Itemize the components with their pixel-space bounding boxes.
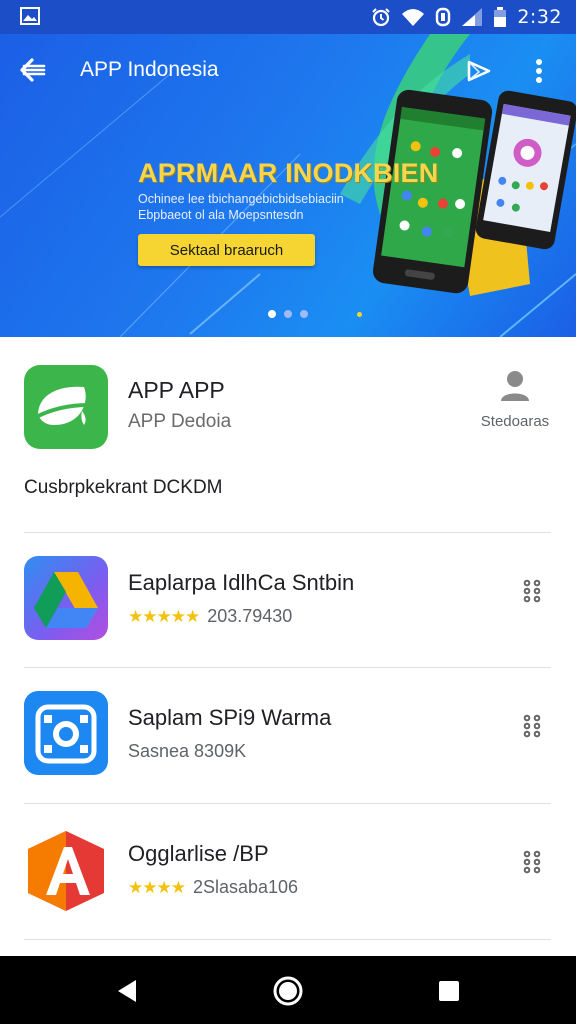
app-meta-text: Sasnea 8309K xyxy=(128,741,247,761)
page-dot-2[interactable] xyxy=(284,310,292,318)
alarm-icon xyxy=(372,8,391,27)
banner-subtitle-line-1: Ochinee lee tbichangebicbidsebiaciin xyxy=(138,192,344,206)
page-title: APP Indonesia xyxy=(80,58,219,81)
page-dot-1[interactable] xyxy=(268,310,276,318)
leaf-app-icon xyxy=(24,365,108,449)
featured-app-card[interactable]: APP APP APP Dedoia Stedoaras Cusbrpkekra… xyxy=(0,337,576,532)
person-icon xyxy=(501,371,529,401)
app-meta-text: 2Slasaba106 xyxy=(192,877,299,897)
app-meta-text: 203.79430 xyxy=(207,606,293,626)
page-dot-3[interactable] xyxy=(300,310,308,318)
list-item[interactable]: Saplam SPi9 Warma Sasnea 8309K xyxy=(0,669,576,804)
page-indicator xyxy=(268,310,308,318)
battery-icon xyxy=(494,7,507,27)
system-nav-bar xyxy=(0,956,576,1024)
list-item[interactable]: Eaplarpa IdlhCa Sntbin ★★★★★ 203.79430 xyxy=(0,534,576,669)
account-button[interactable]: Stedoaras xyxy=(474,369,556,437)
star-rating: ★★★★★ xyxy=(128,606,200,626)
back-arrow-icon[interactable] xyxy=(16,54,50,86)
camera-lens-icon xyxy=(24,691,108,775)
data-saver-icon xyxy=(436,7,451,27)
divider xyxy=(24,939,551,940)
promo-banner[interactable]: APP Indonesia APRMAAR INODKBIEN Ochinee … xyxy=(0,34,576,337)
more-vert-icon[interactable] xyxy=(528,56,550,86)
app-title: Ogglarlise /BP xyxy=(128,841,269,866)
divider xyxy=(24,667,551,668)
app-meta: ★★★★ 2Slasaba106 xyxy=(128,877,298,898)
clock: 2:32 xyxy=(517,6,562,28)
play-store-icon[interactable] xyxy=(463,56,493,86)
divider xyxy=(24,532,551,533)
app-meta: ★★★★★ 203.79430 xyxy=(128,606,292,627)
image-icon xyxy=(20,7,40,25)
signal-icon xyxy=(462,8,483,26)
nav-recents-icon[interactable] xyxy=(432,974,466,1008)
dots-menu-icon[interactable] xyxy=(520,849,544,875)
app-meta: Sasnea 8309K xyxy=(128,741,246,762)
wifi-icon xyxy=(402,9,425,26)
list-item[interactable]: Ogglarlise /BP ★★★★ 2Slasaba106 xyxy=(0,805,576,940)
nav-home-icon[interactable] xyxy=(271,974,305,1008)
letter-a-icon xyxy=(24,827,108,911)
featured-app-description: Cusbrpkekrant DCKDM xyxy=(24,477,223,498)
dots-menu-icon[interactable] xyxy=(520,578,544,604)
nav-back-icon[interactable] xyxy=(110,974,144,1008)
featured-app-developer: APP Dedoia xyxy=(128,411,232,432)
banner-headline: APRMAAR INODKBIEN xyxy=(138,158,439,188)
divider xyxy=(24,803,551,804)
app-title: Eaplarpa IdlhCa Sntbin xyxy=(128,570,355,595)
star-rating: ★★★★ xyxy=(128,877,186,897)
decorative-dot xyxy=(357,312,362,317)
dots-menu-icon[interactable] xyxy=(520,713,544,739)
app-title: Saplam SPi9 Warma xyxy=(128,705,332,730)
featured-app-name: APP APP xyxy=(128,377,225,403)
status-bar: 2:32 xyxy=(0,0,576,34)
banner-cta-button[interactable]: Sektaal braaruch xyxy=(138,234,315,266)
app-bar: APP Indonesia xyxy=(0,34,576,106)
drive-icon xyxy=(24,556,108,640)
banner-subtitle-line-2: Ebpbaeot ol ala Moepsntesdn xyxy=(138,208,304,222)
account-label: Stedoaras xyxy=(480,413,550,430)
